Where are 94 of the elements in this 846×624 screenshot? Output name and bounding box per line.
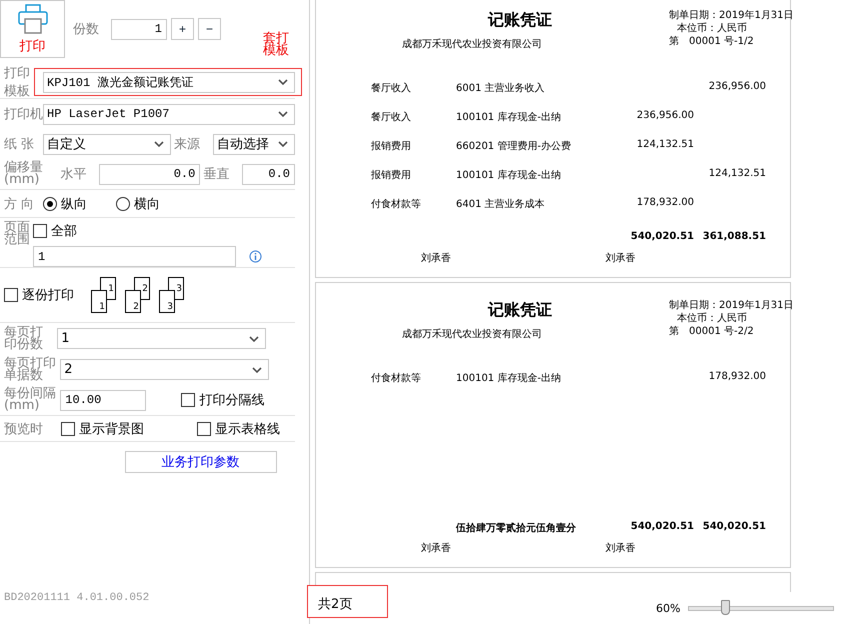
zoom-level: 60% bbox=[656, 602, 680, 614]
radio-button[interactable] bbox=[43, 196, 57, 210]
printer-icon bbox=[16, 3, 48, 35]
radio-label[interactable]: 横向 bbox=[134, 194, 160, 212]
company-name: 成都万禾现代农业投资有限公司 bbox=[401, 38, 543, 51]
amount-in-words: 伍拾肆万零贰拾元伍角壹分 bbox=[456, 522, 577, 535]
field-label: 水平 bbox=[60, 166, 88, 183]
credit-total: 361,088.51 bbox=[702, 231, 766, 242]
increment-button[interactable]: + bbox=[171, 18, 194, 40]
field-label: 纸 张 bbox=[4, 136, 36, 153]
signature-name: 刘承香 bbox=[421, 252, 452, 265]
document-title: 记账凭证 bbox=[486, 299, 553, 321]
info-icon bbox=[249, 250, 262, 263]
field-label: 页面范围 bbox=[4, 222, 30, 246]
signature-name: 刘承香 bbox=[606, 542, 636, 555]
zoom-slider[interactable] bbox=[688, 600, 834, 616]
currency-text: 本位币：人民币 bbox=[676, 22, 748, 35]
account-text: 100101 库存现金-出纳 bbox=[456, 110, 562, 124]
checkbox-label[interactable]: 全部 bbox=[51, 222, 77, 240]
field-label: 每份间隔(mm) bbox=[4, 388, 57, 412]
documents-per-page-dropdown[interactable]: 2 bbox=[60, 359, 270, 380]
checkbox[interactable] bbox=[181, 393, 196, 407]
paper-source-dropdown[interactable]: 自动选择 bbox=[213, 134, 295, 154]
chevron-down-icon bbox=[154, 141, 164, 147]
credit-total: 540,020.51 bbox=[702, 521, 766, 532]
copies-label: 份数 bbox=[73, 21, 99, 38]
checkbox-label[interactable]: 打印分隔线 bbox=[199, 391, 264, 409]
summary-text: 付食材款等 bbox=[371, 372, 422, 385]
chevron-down-icon bbox=[278, 79, 288, 85]
field-label: 预览时 bbox=[4, 420, 40, 438]
voucher-number: 第 00001 号-1/2 bbox=[669, 35, 755, 48]
template-dropdown[interactable]: KPJ101 激光金额记账凭证 bbox=[43, 72, 295, 92]
company-name: 成都万禾现代农业投资有限公司 bbox=[401, 328, 543, 341]
field-label: 来源 bbox=[174, 136, 201, 153]
account-text: 6001 主营业务收入 bbox=[456, 82, 546, 95]
copies-per-page-dropdown[interactable]: 1 bbox=[57, 328, 266, 349]
field-label: 垂直 bbox=[203, 166, 230, 183]
printer-dropdown[interactable]: HP LaserJet P1007 bbox=[43, 104, 295, 124]
field-label: 每页打印单据数 bbox=[4, 358, 57, 382]
debit-total: 540,020.51 bbox=[630, 231, 694, 242]
credit-amount: 236,956.00 bbox=[708, 81, 766, 92]
account-text: 100101 库存现金-出纳 bbox=[456, 372, 562, 385]
debit-total: 540,020.51 bbox=[630, 521, 694, 532]
page-count: 共2页 bbox=[318, 596, 352, 613]
checkbox-label[interactable]: 显示背景图 bbox=[79, 420, 144, 438]
signature-name: 刘承香 bbox=[421, 542, 452, 555]
print-parameters-button[interactable]: 业务打印参数 bbox=[124, 451, 276, 473]
slider-thumb[interactable] bbox=[721, 600, 730, 615]
paper-size-dropdown[interactable]: 自定义 bbox=[43, 134, 171, 154]
field-label: 方 向 bbox=[4, 196, 36, 212]
decrement-button[interactable]: − bbox=[198, 18, 221, 40]
chevron-down-icon bbox=[252, 366, 262, 372]
horizontal-offset-field[interactable]: 0.0 bbox=[99, 164, 200, 184]
field-label: 偏移量(mm) bbox=[4, 162, 44, 186]
interval-field[interactable]: 10.00 bbox=[60, 390, 146, 410]
debit-amount: 236,956.00 bbox=[636, 110, 694, 121]
checkbox[interactable] bbox=[61, 422, 75, 436]
account-text: 6401 主营业务成本 bbox=[456, 198, 546, 211]
debit-amount: 178,932.00 bbox=[636, 197, 694, 208]
field-label: 每页打印份数 bbox=[4, 326, 44, 350]
credit-amount: 178,932.00 bbox=[708, 371, 766, 382]
signature-name: 刘承香 bbox=[606, 252, 636, 265]
summary-text: 餐厅收入 bbox=[371, 110, 412, 124]
document-date: 制单日期：2019年1月31日 bbox=[669, 9, 794, 22]
checkbox[interactable] bbox=[33, 224, 47, 238]
checkbox[interactable] bbox=[197, 422, 211, 436]
currency-text: 本位币：人民币 bbox=[676, 312, 748, 325]
summary-text: 餐厅收入 bbox=[371, 82, 412, 95]
checkbox-label[interactable]: 逐份打印 bbox=[22, 286, 74, 304]
document-title: 记账凭证 bbox=[486, 9, 553, 31]
version-text: BD20201111 4.01.00.052 bbox=[3, 592, 150, 604]
collate-pages-drawing: 1 1 2 2 3 3 bbox=[89, 275, 186, 315]
document-date: 制单日期：2019年1月31日 bbox=[669, 299, 794, 312]
summary-text: 报销费用 bbox=[371, 168, 412, 182]
chevron-down-icon bbox=[249, 336, 260, 342]
annotation-label: 套打模板 bbox=[263, 33, 289, 57]
summary-text: 报销费用 bbox=[371, 140, 412, 153]
account-text: 660201 管理费用-办公费 bbox=[456, 140, 572, 153]
debit-amount: 124,132.51 bbox=[636, 139, 694, 150]
checkbox-label[interactable]: 显示表格线 bbox=[215, 420, 280, 438]
print-button[interactable]: 打印 bbox=[0, 0, 65, 58]
field-label: 打印模板 bbox=[4, 65, 30, 100]
vertical-offset-field[interactable]: 0.0 bbox=[242, 164, 295, 184]
chevron-down-icon bbox=[278, 141, 288, 147]
radio-label[interactable]: 纵向 bbox=[61, 194, 87, 212]
voucher-number: 第 00001 号-2/2 bbox=[669, 325, 755, 338]
summary-text: 付食材款等 bbox=[371, 198, 422, 211]
radio-button[interactable] bbox=[116, 196, 130, 210]
account-text: 100101 库存现金-出纳 bbox=[456, 168, 562, 182]
page-range-field[interactable]: 1 bbox=[33, 246, 236, 267]
copies-field[interactable]: 1 bbox=[111, 18, 167, 40]
credit-amount: 124,132.51 bbox=[708, 168, 766, 179]
chevron-down-icon bbox=[278, 111, 288, 117]
checkbox[interactable] bbox=[4, 288, 18, 302]
